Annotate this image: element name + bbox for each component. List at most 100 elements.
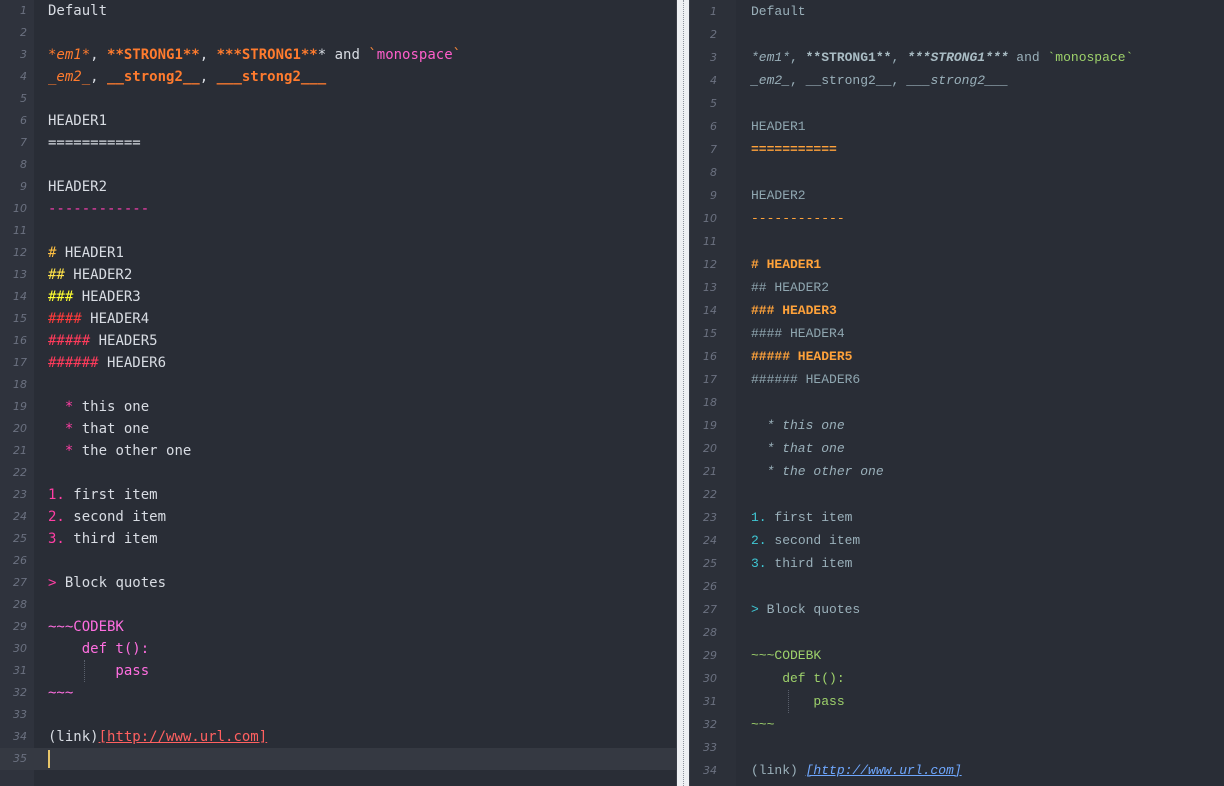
code-line[interactable]: 13 ## HEADER2	[0, 264, 676, 286]
code-line[interactable]: 23 1. first item	[0, 484, 676, 506]
code-line[interactable]: 13 ## HEADER2	[690, 276, 1224, 299]
code-line[interactable]: 26	[690, 575, 1224, 598]
code-line[interactable]: 1 Default	[690, 0, 1224, 23]
line-text: * the other one	[751, 460, 884, 483]
token: HEADER1	[48, 113, 108, 129]
code-line[interactable]: 4 _em2_, __strong2__, ___strong2___	[690, 69, 1224, 92]
line-number: 25	[703, 557, 717, 570]
token: # HEADER1	[751, 257, 822, 272]
code-line[interactable]: 2	[0, 22, 676, 44]
code-line[interactable]: 25 3. third item	[690, 552, 1224, 575]
editor-pane-right[interactable]: 1 Default 2 3 *em1*, **STRONG1**, ***STRONG1…	[690, 0, 1224, 786]
code-line[interactable]: 34 (link)[http://www.url.com]	[0, 726, 676, 748]
pane-splitter[interactable]	[676, 0, 690, 786]
code-line[interactable]: 5	[690, 92, 1224, 115]
code-line[interactable]: 21 * the other one	[690, 460, 1224, 483]
code-line[interactable]: 15 #### HEADER4	[0, 308, 676, 330]
line-text: > Block quotes	[751, 598, 860, 621]
code-line[interactable]: 29 ~~~CODEBK	[0, 616, 676, 638]
code-line[interactable]: 16 ##### HEADER5	[0, 330, 676, 352]
code-line[interactable]: 18	[690, 391, 1224, 414]
code-line[interactable]: 7 ===========	[0, 132, 676, 154]
line-text: HEADER1	[751, 115, 806, 138]
token: def t():	[751, 671, 845, 686]
code-line[interactable]: 33	[690, 736, 1224, 759]
code-line[interactable]: 6 HEADER1	[690, 115, 1224, 138]
token: *em1*	[48, 47, 91, 63]
code-line[interactable]: 7 ===========	[690, 138, 1224, 161]
indent-guide	[84, 660, 85, 682]
code-line[interactable]: 11	[0, 220, 676, 242]
code-line[interactable]: 27 > Block quotes	[690, 598, 1224, 621]
code-line[interactable]: 9 HEADER2	[690, 184, 1224, 207]
code-line[interactable]: 19 * this one	[690, 414, 1224, 437]
code-line[interactable]: 19 * this one	[0, 396, 676, 418]
code-line[interactable]: 3 *em1*, **STRONG1**, ***STRONG1*** and `…	[690, 46, 1224, 69]
token: ###### HEADER6	[751, 372, 861, 387]
line-text: *em1*, **STRONG1**, ***STRONG1*** and `m…	[751, 46, 1133, 69]
editor-pane-left[interactable]: 1 Default 2 3 *em1*, **STRONG1**, ***STRONG1…	[0, 0, 676, 786]
code-line[interactable]: 28	[0, 594, 676, 616]
token: ,	[790, 73, 806, 88]
line-text: * that one	[751, 437, 845, 460]
code-line[interactable]: 23 1. first item	[690, 506, 1224, 529]
line-number: 33	[13, 708, 27, 721]
token: Block quotes	[56, 575, 167, 591]
code-line[interactable]: 16 ##### HEADER5	[690, 345, 1224, 368]
code-line[interactable]: 12 # HEADER1	[690, 253, 1224, 276]
code-line[interactable]: 1 Default	[0, 0, 676, 22]
code-line[interactable]: 4 _em2_, __strong2__, ___strong2___	[0, 66, 676, 88]
token: HEADER6	[98, 355, 167, 371]
token: _em2_	[48, 69, 91, 85]
code-line[interactable]: 6 HEADER1	[0, 110, 676, 132]
code-line[interactable]: 27 > Block quotes	[0, 572, 676, 594]
code-line[interactable]: 31 pass	[690, 690, 1224, 713]
line-number: 29	[703, 649, 717, 662]
code-line[interactable]: 33	[0, 704, 676, 726]
code-line[interactable]: 28	[690, 621, 1224, 644]
line-number: 12	[13, 246, 27, 259]
code-line[interactable]: 22	[0, 462, 676, 484]
code-line[interactable]: 2	[690, 23, 1224, 46]
code-line[interactable]: 24 2. second item	[690, 529, 1224, 552]
code-line[interactable]: 32 ~~~	[690, 713, 1224, 736]
code-line[interactable]: 15 #### HEADER4	[690, 322, 1224, 345]
code-line[interactable]: 11	[690, 230, 1224, 253]
code-line[interactable]: 31 pass	[0, 660, 676, 682]
code-line[interactable]: 3 *em1*, **STRONG1**, ***STRONG1*** and `…	[0, 44, 676, 66]
code-line[interactable]: 10 ------------	[0, 198, 676, 220]
code-line[interactable]: 25 3. third item	[0, 528, 676, 550]
code-line[interactable]: 30 def t():	[0, 638, 676, 660]
code-line[interactable]: 24 2. second item	[0, 506, 676, 528]
code-line[interactable]: 30 def t():	[690, 667, 1224, 690]
code-line[interactable]: 34 (link) [http://www.url.com]	[690, 759, 1224, 782]
line-text: ### HEADER3	[48, 286, 141, 308]
line-number: 18	[13, 378, 27, 391]
code-line[interactable]: 17 ###### HEADER6	[0, 352, 676, 374]
code-line[interactable]: 8	[690, 161, 1224, 184]
code-line[interactable]: 35	[0, 748, 676, 770]
code-line[interactable]: 29 ~~~CODEBK	[690, 644, 1224, 667]
code-line[interactable]: 8	[0, 154, 676, 176]
code-line[interactable]: 20 * that one	[690, 437, 1224, 460]
code-line[interactable]: 17 ###### HEADER6	[690, 368, 1224, 391]
code-line[interactable]: 14 ### HEADER3	[690, 299, 1224, 322]
code-line[interactable]: 22	[690, 483, 1224, 506]
code-line[interactable]: 21 * the other one	[0, 440, 676, 462]
code-line[interactable]: 14 ### HEADER3	[0, 286, 676, 308]
code-line[interactable]: 9 HEADER2	[0, 176, 676, 198]
code-line[interactable]: 12 # HEADER1	[0, 242, 676, 264]
code-line[interactable]: 10 ------------	[690, 207, 1224, 230]
token: ### HEADER3	[751, 303, 837, 318]
line-text: * the other one	[48, 440, 191, 462]
code-line[interactable]: 32 ~~~	[0, 682, 676, 704]
line-text: HEADER2	[751, 184, 806, 207]
token: ###	[48, 289, 74, 305]
code-line[interactable]: 18	[0, 374, 676, 396]
code-line[interactable]: 26	[0, 550, 676, 572]
code-line[interactable]: 20 * that one	[0, 418, 676, 440]
token: #####	[48, 333, 91, 349]
code-line[interactable]: 5	[0, 88, 676, 110]
